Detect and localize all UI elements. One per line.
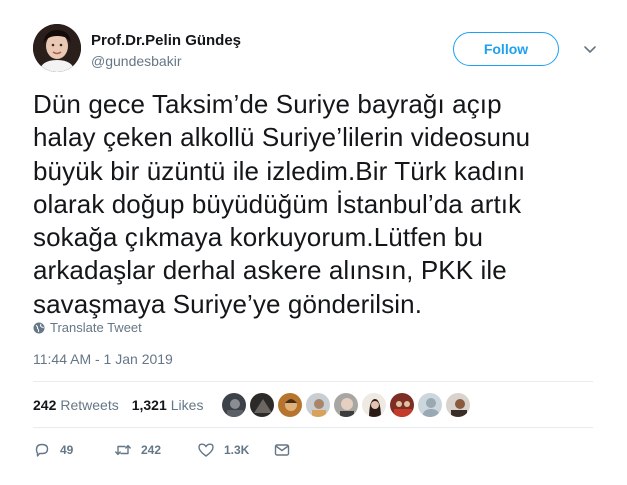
retweet-button[interactable]: 242 (114, 441, 197, 459)
like-button[interactable]: 1.3K (197, 441, 273, 459)
likes-stat[interactable]: 1,321 Likes (132, 397, 204, 413)
direct-message-button[interactable] (273, 441, 291, 459)
likes-count: 1,321 (131, 397, 167, 413)
user-handle[interactable]: @gundesbakir (91, 52, 241, 70)
retweets-count: 242 (33, 397, 57, 413)
tweet-text-line: olarak doğup büyüdüğüm İstanbul’da artık (33, 188, 522, 219)
reply-button[interactable]: 49 (33, 441, 114, 459)
retweets-label: Retweets (60, 397, 119, 413)
globe-icon (33, 322, 45, 334)
liker-avatar[interactable] (417, 392, 443, 418)
tweet-timestamp[interactable]: 11:44 AM - 1 Jan 2019 (33, 350, 173, 368)
liker-avatar[interactable] (249, 392, 275, 418)
divider (33, 427, 593, 428)
liker-avatar[interactable] (277, 392, 303, 418)
avatar[interactable] (33, 24, 81, 72)
tweet-stats: 242 Retweets 1,321 Likes (33, 391, 216, 419)
display-name[interactable]: Prof.Dr.Pelin Gündeş (91, 31, 241, 51)
tweet-text-line: savaşmaya Suriye’ye gönderilsin. (33, 288, 423, 319)
tweet-text-line: sokağa çıkmaya korkuyorum.Lütfen bu (33, 222, 484, 253)
reply-icon (35, 443, 49, 457)
liker-avatar[interactable] (445, 392, 471, 418)
liker-avatar[interactable] (333, 392, 359, 418)
divider (33, 381, 593, 382)
tweet-text: Dün gece Taksim’de Suriye bayrağı açıp h… (33, 88, 603, 321)
translate-tweet-label: Translate Tweet (50, 320, 142, 335)
liker-avatar[interactable] (305, 392, 331, 418)
retweets-stat[interactable]: 242 Retweets (33, 397, 119, 413)
liker-avatar[interactable] (361, 392, 387, 418)
retweet-count: 242 (141, 443, 162, 457)
translate-tweet-link[interactable]: Translate Tweet (33, 320, 142, 336)
tweet-text-line: halay çeken alkollü Suriye’lilerin video… (33, 122, 531, 153)
liker-avatar[interactable] (221, 392, 247, 418)
tweet-text-line: arkadaşlar derhal askere alınsın, PKK il… (33, 255, 507, 286)
tweet-text-line: Dün gece Taksim’de Suriye bayrağı açıp (33, 89, 502, 119)
tweet-actions: 49 242 1.3K (33, 439, 291, 461)
retweet-icon (115, 444, 131, 456)
tweet-header: Prof.Dr.Pelin Gündeş @gundesbakir Follow (33, 24, 603, 80)
likers-avatars (221, 392, 471, 418)
chevron-down-icon[interactable] (579, 38, 601, 60)
envelope-icon (274, 444, 290, 456)
user-info: Prof.Dr.Pelin Gündeş @gundesbakir (91, 31, 241, 70)
tweet-text-line: büyük bir üzüntü ile izledim.Bir Türk ka… (33, 155, 526, 186)
likes-label: Likes (170, 397, 204, 413)
tweet-card: Prof.Dr.Pelin Gündeş @gundesbakir Follow… (0, 0, 627, 485)
reply-count: 49 (60, 443, 74, 457)
follow-button[interactable]: Follow (453, 32, 559, 66)
heart-icon (198, 443, 214, 457)
like-count: 1.3K (224, 443, 250, 457)
liker-avatar[interactable] (389, 392, 415, 418)
